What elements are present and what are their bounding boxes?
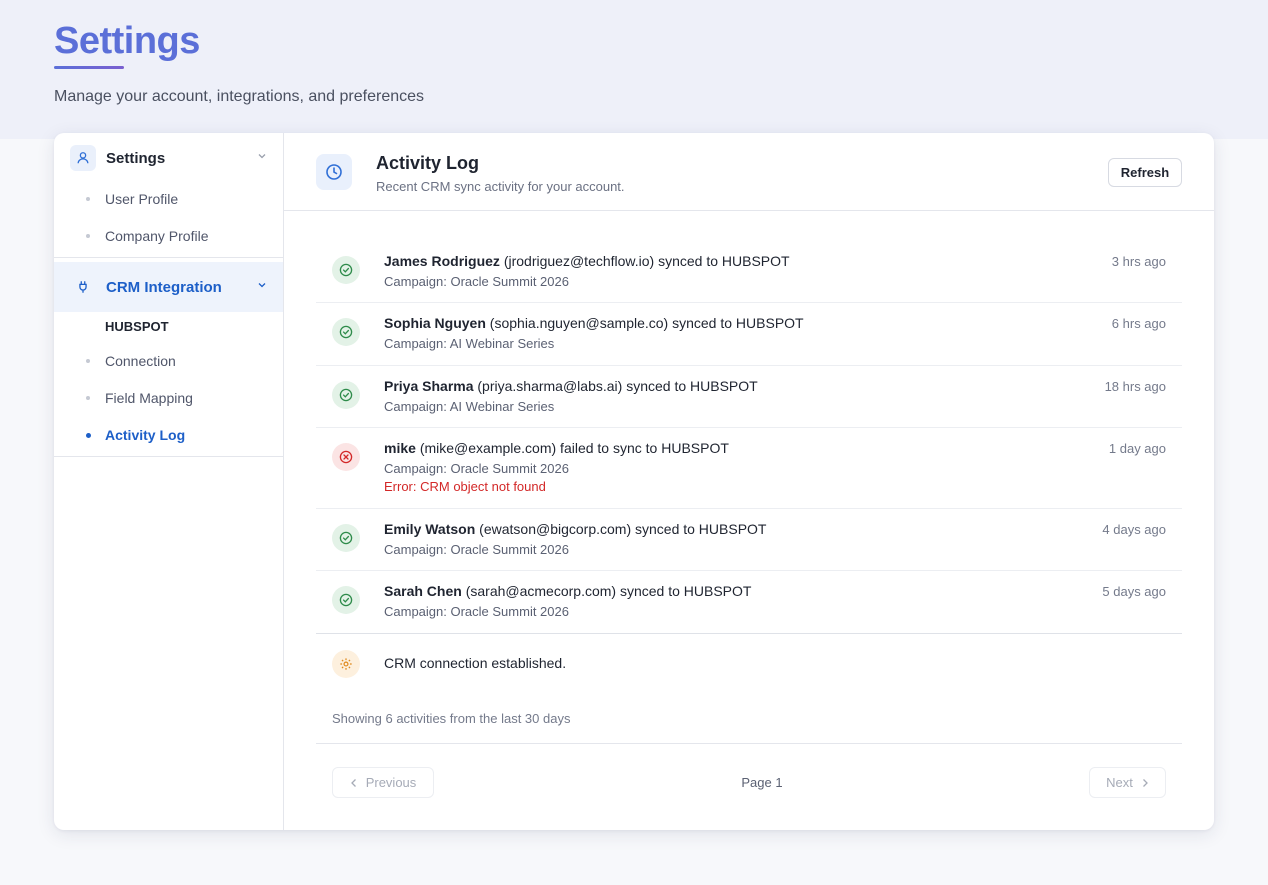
activity-campaign: Campaign: Oracle Summit 2026: [384, 604, 569, 619]
settings-sidebar: Settings User Profile Company Profile CR…: [54, 133, 284, 830]
panel-title: Activity Log: [376, 153, 480, 173]
next-label: Next: [1106, 775, 1133, 790]
activity-row: Priya Sharma (priya.sharma@labs.ai) sync…: [316, 366, 1182, 428]
activity-contact-name: mike: [384, 440, 416, 456]
activity-contact-name: Sarah Chen: [384, 583, 462, 599]
chevron-right-icon: [1142, 778, 1148, 787]
bullet-dot: [86, 432, 91, 438]
sidebar-divider: [54, 257, 283, 258]
activity-time: 3 hrs ago: [1111, 254, 1166, 269]
title-underline: [54, 66, 124, 69]
activity-detail: (priya.sharma@labs.ai) synced to HUBSPOT: [477, 378, 758, 394]
plug-icon: [70, 274, 96, 300]
activity-message: Emily Watson (ewatson@bigcorp.com) synce…: [384, 521, 767, 537]
sidebar-item-company-profile[interactable]: Company Profile: [54, 222, 283, 250]
activity-detail: (jrodriguez@techflow.io) synced to HUBSP…: [503, 253, 790, 269]
activity-contact-name: Priya Sharma: [384, 378, 474, 394]
activity-error-message: Error: CRM object not found: [384, 479, 546, 494]
activity-campaign: Campaign: AI Webinar Series: [384, 399, 555, 414]
activity-message: Priya Sharma (priya.sharma@labs.ai) sync…: [384, 378, 758, 394]
activity-row: Emily Watson (ewatson@bigcorp.com) synce…: [316, 509, 1182, 571]
activity-campaign: Campaign: Oracle Summit 2026: [384, 461, 569, 476]
activity-time: 18 hrs ago: [1104, 379, 1166, 394]
activity-detail: (sophia.nguyen@sample.co) synced to HUBS…: [489, 315, 804, 331]
activity-time: 5 days ago: [1102, 584, 1166, 599]
sidebar-item-label: Company Profile: [105, 228, 209, 244]
panel-header: Activity Log Recent CRM sync activity fo…: [284, 133, 1214, 211]
sidebar-item-label: Activity Log: [105, 427, 186, 443]
activity-detail: (mike@example.com) failed to sync to HUB…: [419, 440, 729, 456]
sidebar-section-label: Settings: [106, 149, 166, 167]
next-page-button[interactable]: Next: [1089, 767, 1166, 798]
bullet-dot: [86, 234, 90, 238]
sidebar-section-label: CRM Integration: [106, 278, 222, 296]
activity-row: mike (mike@example.com) failed to sync t…: [316, 428, 1182, 509]
bullet-dot: [86, 197, 90, 201]
page-indicator: Page 1: [741, 775, 783, 790]
sidebar-item-label: Field Mapping: [105, 390, 193, 406]
system-event-message: CRM connection established.: [384, 655, 567, 671]
activity-campaign: Campaign: Oracle Summit 2026: [384, 542, 569, 557]
activity-contact-name: Sophia Nguyen: [384, 315, 486, 331]
check-circle-icon: [332, 381, 360, 409]
sidebar-item-label: User Profile: [105, 191, 179, 207]
activity-summary: Showing 6 activities from the last 30 da…: [332, 711, 571, 726]
activity-row: Sophia Nguyen (sophia.nguyen@sample.co) …: [316, 303, 1182, 366]
sidebar-item-label: Connection: [105, 353, 176, 369]
sidebar-group-hubspot: HUBSPOT: [105, 318, 169, 334]
activity-time: 6 hrs ago: [1111, 316, 1166, 331]
activity-message: Sarah Chen (sarah@acmecorp.com) synced t…: [384, 583, 751, 599]
activity-time: 4 days ago: [1102, 522, 1166, 537]
system-event-row: CRM connection established.: [316, 634, 1182, 694]
bullet-dot: [86, 396, 90, 400]
user-icon: [70, 145, 96, 171]
clock-icon: [316, 154, 352, 190]
check-circle-icon: [332, 318, 360, 346]
check-circle-icon: [332, 586, 360, 614]
gear-icon: [332, 650, 360, 678]
activity-detail: (sarah@acmecorp.com) synced to HUBSPOT: [465, 583, 752, 599]
check-circle-icon: [332, 524, 360, 552]
activity-message: mike (mike@example.com) failed to sync t…: [384, 440, 729, 456]
activity-campaign: Campaign: AI Webinar Series: [384, 336, 555, 351]
activity-contact-name: Emily Watson: [384, 521, 476, 537]
page-title: Settings: [54, 20, 200, 62]
chevron-down-icon: [258, 154, 266, 159]
activity-message: Sophia Nguyen (sophia.nguyen@sample.co) …: [384, 315, 804, 331]
check-circle-icon: [332, 256, 360, 284]
page-subtitle: Manage your account, integrations, and p…: [54, 88, 425, 105]
sidebar-item-activity-log[interactable]: Activity Log: [54, 421, 283, 449]
panel-subtitle: Recent CRM sync activity for your accoun…: [376, 179, 625, 194]
activity-row: Sarah Chen (sarah@acmecorp.com) synced t…: [316, 571, 1182, 634]
sidebar-item-user-profile[interactable]: User Profile: [54, 185, 283, 213]
activity-message: James Rodriguez (jrodriguez@techflow.io)…: [384, 253, 790, 269]
sidebar-section-crm-integration[interactable]: CRM Integration: [54, 262, 283, 312]
sidebar-section-settings[interactable]: Settings: [54, 133, 283, 183]
sidebar-item-field-mapping[interactable]: Field Mapping: [54, 384, 283, 412]
activity-contact-name: James Rodriguez: [384, 253, 500, 269]
settings-card: Settings User Profile Company Profile CR…: [54, 133, 1214, 830]
footer-divider: [316, 743, 1182, 744]
x-circle-icon: [332, 443, 360, 471]
activity-campaign: Campaign: Oracle Summit 2026: [384, 274, 569, 289]
activity-detail: (ewatson@bigcorp.com) synced to HUBSPOT: [479, 521, 767, 537]
activity-row: James Rodriguez (jrodriguez@techflow.io)…: [316, 241, 1182, 303]
sidebar-divider: [54, 456, 283, 457]
activity-log-panel: Activity Log Recent CRM sync activity fo…: [284, 133, 1214, 830]
bullet-dot: [86, 359, 90, 363]
activity-time: 1 day ago: [1108, 441, 1166, 456]
chevron-down-icon: [258, 283, 266, 288]
sidebar-item-connection[interactable]: Connection: [54, 347, 283, 375]
refresh-button[interactable]: Refresh: [1108, 158, 1182, 187]
